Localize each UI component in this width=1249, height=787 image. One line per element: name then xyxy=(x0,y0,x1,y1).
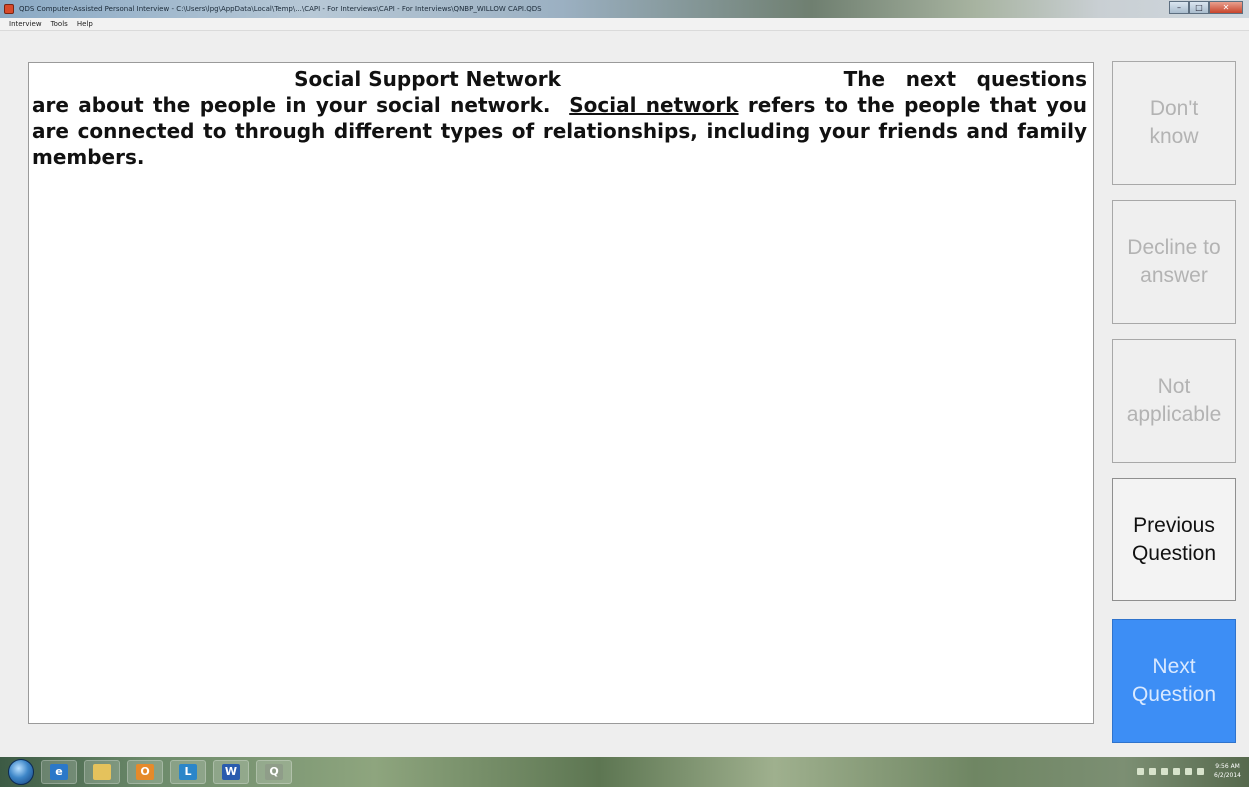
next-question-button[interactable]: Next Question xyxy=(1112,619,1236,743)
dont-know-button[interactable]: Don't know xyxy=(1112,61,1236,185)
minimize-button[interactable]: – xyxy=(1169,1,1189,14)
not-applicable-button[interactable]: Not applicable xyxy=(1112,339,1236,463)
show-hidden-icons-icon[interactable] xyxy=(1149,767,1157,775)
outlook-icon: O xyxy=(136,764,154,780)
not-applicable-label: Not applicable xyxy=(1127,373,1222,429)
system-tray: 9:56 AM 6/2/2014 xyxy=(1132,762,1241,780)
previous-line2: Question xyxy=(1131,541,1217,565)
menu-tools[interactable]: Tools xyxy=(51,20,68,28)
not-applicable-line1: Not xyxy=(1157,375,1191,398)
next-line2: Question xyxy=(1131,683,1217,706)
next-line1: Next xyxy=(1152,655,1196,678)
internet-explorer-icon: e xyxy=(50,764,68,780)
previous-line1: Previous xyxy=(1133,513,1215,537)
window-title-bar[interactable]: QDS Computer-Assisted Personal Interview… xyxy=(0,0,1249,18)
action-center-icon[interactable] xyxy=(1137,767,1145,775)
taskbar-item-word[interactable]: W xyxy=(213,760,249,784)
taskbar-item-outlook[interactable]: O xyxy=(127,760,163,784)
power-icon[interactable] xyxy=(1173,767,1181,775)
clock[interactable]: 9:56 AM 6/2/2014 xyxy=(1214,762,1241,780)
menu-bar: Interview Tools Help xyxy=(0,18,1249,31)
taskbar-item-ie[interactable]: e xyxy=(41,760,77,784)
word-icon: W xyxy=(222,764,240,780)
decline-line1: Decline to xyxy=(1127,236,1221,259)
question-title: Social Support Network xyxy=(294,67,561,91)
clock-time: 9:56 AM xyxy=(1215,763,1240,770)
clock-date: 6/2/2014 xyxy=(1214,772,1241,779)
next-label: Next Question xyxy=(1132,653,1216,709)
dont-know-label: Don't know xyxy=(1149,95,1198,151)
menu-help[interactable]: Help xyxy=(77,20,93,28)
previous-label: Previous Question xyxy=(1132,512,1216,568)
taskbar: e O L W Q 9:56 AM 6/2/2014 xyxy=(0,757,1249,787)
volume-icon[interactable] xyxy=(1185,767,1193,775)
network-icon[interactable] xyxy=(1161,767,1169,775)
close-button[interactable]: ✕ xyxy=(1209,1,1243,14)
decline-line2: answer xyxy=(1140,264,1208,287)
question-panel: Social Support Network The next question… xyxy=(28,62,1094,724)
not-applicable-line2: applicable xyxy=(1126,403,1222,426)
qds-app-icon: Q xyxy=(265,764,283,780)
previous-question-button[interactable]: Previous Question xyxy=(1112,478,1236,601)
dont-know-line2: know xyxy=(1149,125,1199,148)
menu-interview[interactable]: Interview xyxy=(9,20,42,28)
window-controls: – □ ✕ xyxy=(1169,1,1243,14)
maximize-button[interactable]: □ xyxy=(1189,1,1209,14)
taskbar-item-qds[interactable]: Q xyxy=(256,760,292,784)
taskbar-item-lync[interactable]: L xyxy=(170,760,206,784)
start-button[interactable] xyxy=(8,759,34,785)
app-icon xyxy=(4,4,14,14)
display-icon[interactable] xyxy=(1197,767,1205,775)
window-title: QDS Computer-Assisted Personal Interview… xyxy=(19,5,542,13)
dont-know-line1: Don't xyxy=(1149,97,1199,120)
lync-icon: L xyxy=(179,764,197,780)
taskbar-item-explorer[interactable] xyxy=(84,760,120,784)
decline-label: Decline to answer xyxy=(1127,234,1220,290)
social-network-term: Social network xyxy=(569,93,739,117)
file-explorer-icon xyxy=(93,764,111,780)
decline-to-answer-button[interactable]: Decline to answer xyxy=(1112,200,1236,324)
question-text: Social Support Network The next question… xyxy=(29,63,1093,170)
